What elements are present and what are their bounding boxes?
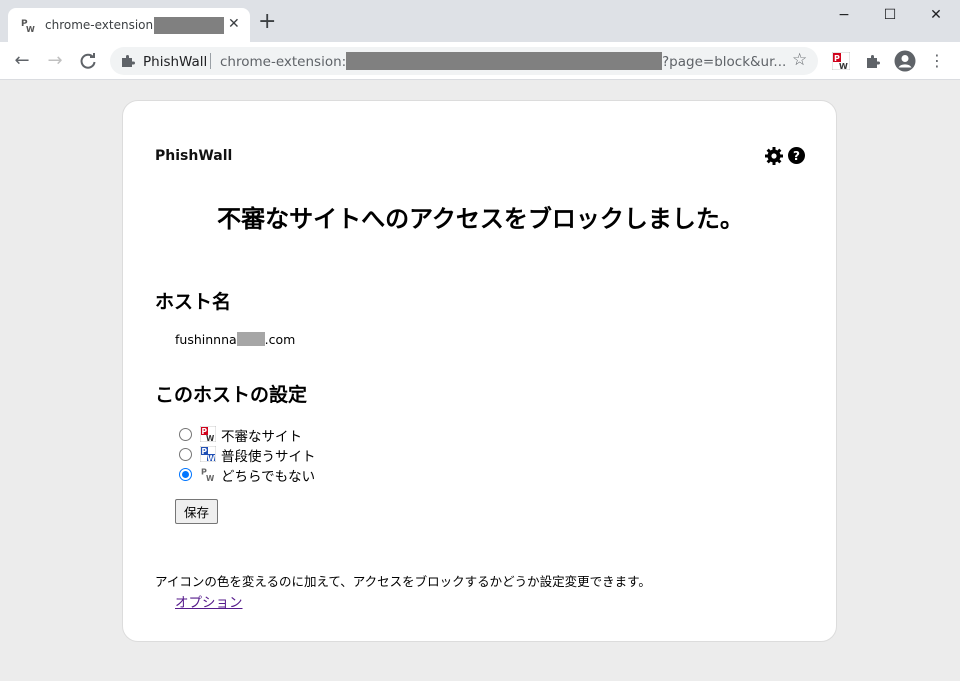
menu-kebab-icon[interactable]: ⋮ xyxy=(926,50,948,72)
profile-avatar-icon[interactable] xyxy=(894,50,916,72)
host-prefix: fushinnna xyxy=(175,332,237,347)
explanation-text: アイコンの色を変えるのに加えて、アクセスをブロックするかどうか設定変更できます。 xyxy=(155,574,651,589)
phishwall-gray-icon: P W xyxy=(200,466,216,482)
maximize-button[interactable]: ☐ xyxy=(880,6,900,24)
phishwall-red-icon: P W xyxy=(200,426,216,442)
redaction-block xyxy=(154,17,224,34)
close-window-button[interactable]: ✕ xyxy=(926,6,946,24)
radio-suspicious[interactable] xyxy=(179,428,192,441)
omnibox-divider xyxy=(210,53,211,69)
minimize-button[interactable]: − xyxy=(834,6,854,24)
forward-icon[interactable]: → xyxy=(44,50,66,72)
new-tab-button[interactable]: + xyxy=(258,11,276,33)
extensions-icon[interactable] xyxy=(864,52,882,70)
option-label: 普段使うサイト xyxy=(221,449,316,465)
svg-text:?: ? xyxy=(793,149,800,163)
puzzle-icon xyxy=(122,55,135,67)
option-label: どちらでもない xyxy=(221,469,316,485)
reload-icon[interactable] xyxy=(77,50,99,72)
tab-title: chrome-extension:// xyxy=(45,18,166,32)
svg-text:W: W xyxy=(206,474,215,482)
back-icon[interactable]: ← xyxy=(11,50,33,72)
redaction-block xyxy=(236,332,265,346)
radio-trusted[interactable] xyxy=(179,448,192,461)
phishwall-blue-icon: P W xyxy=(200,446,216,462)
url-prefix: chrome-extension:// xyxy=(220,54,356,70)
host-name: fushinnna .com xyxy=(175,332,295,347)
host-settings-title: このホストの設定 xyxy=(155,384,308,406)
redaction-block xyxy=(346,52,662,70)
phishwall-icon: P W xyxy=(20,17,36,33)
host-suffix: .com xyxy=(264,332,296,347)
bookmark-star-icon[interactable]: ☆ xyxy=(792,50,807,70)
url-suffix: ?page=block&ur... xyxy=(662,54,787,70)
address-bar[interactable]: PhishWall chrome-extension:// ?page=bloc… xyxy=(110,47,818,75)
tab-strip: P W chrome-extension:// ✕ + − ☐ ✕ xyxy=(0,0,960,42)
tab-close-icon[interactable]: ✕ xyxy=(228,16,240,32)
extension-name: PhishWall xyxy=(143,54,208,70)
radio-neither[interactable] xyxy=(179,468,192,481)
brand-title: PhishWall xyxy=(155,148,233,164)
options-link[interactable]: オプション xyxy=(175,591,243,611)
host-section-title: ホスト名 xyxy=(155,291,232,313)
browser-toolbar: ← → PhishWall chrome-extension:// ?page=… xyxy=(0,42,960,80)
option-label: 不審なサイト xyxy=(221,429,302,445)
phishwall-extension-icon[interactable]: P W xyxy=(832,52,850,70)
svg-text:W: W xyxy=(839,62,848,70)
save-button[interactable]: 保存 xyxy=(175,499,218,524)
help-icon[interactable]: ? xyxy=(788,147,805,164)
gear-icon[interactable] xyxy=(764,146,784,166)
svg-text:W: W xyxy=(206,434,215,442)
page-title: 不審なサイトへのアクセスをブロックしました。 xyxy=(217,205,744,233)
svg-text:W: W xyxy=(207,454,216,462)
browser-tab[interactable]: P W chrome-extension:// ✕ xyxy=(8,8,250,42)
svg-text:W: W xyxy=(26,25,35,33)
block-notice-card: PhishWall ? 不審なサイトへのアクセスをブロックしました。 ホスト名 … xyxy=(122,100,837,642)
